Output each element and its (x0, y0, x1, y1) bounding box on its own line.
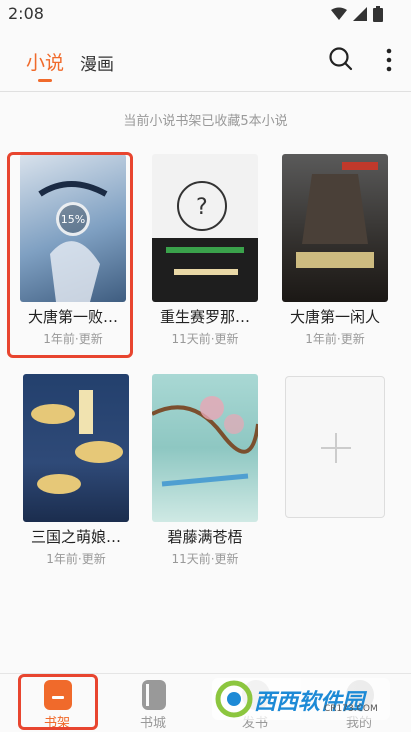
watermark-subtext: CR173.COM (324, 704, 378, 714)
book-update-time: 1年前·更新 (46, 552, 106, 566)
wifi-icon (331, 7, 347, 20)
cover-art (31, 390, 123, 494)
tab-comic[interactable]: 漫画 (80, 50, 114, 75)
selection-highlight (18, 674, 98, 730)
signal-icon (353, 7, 367, 21)
book-cover (282, 154, 388, 302)
book-card[interactable]: 三国之萌娘… 1年前·更新 (7, 366, 131, 576)
tab-novel[interactable]: 小说 (26, 48, 64, 75)
nav-label: 书城 (139, 716, 166, 731)
book-title: 大唐第一闲人 (289, 308, 380, 326)
status-bar: 2:08 (0, 0, 411, 28)
watermark-logo-icon (215, 680, 253, 718)
book-card[interactable]: ? 重生赛罗那… 11天前·更新 (136, 146, 260, 356)
book-card[interactable]: 碧藤满苍梧 11天前·更新 (136, 366, 260, 576)
book-icon (142, 680, 166, 710)
book-title: 碧藤满苍梧 (167, 528, 243, 546)
book-title: 重生赛罗那… (159, 308, 250, 326)
nav-bookstore[interactable]: 书城 (108, 674, 198, 732)
plus-icon (335, 433, 337, 463)
add-book-button[interactable] (285, 376, 385, 518)
cover-art: ? (152, 181, 258, 302)
book-title: 三国之萌娘… (30, 528, 121, 546)
app-header: 小说 漫画 (0, 28, 411, 92)
book-cover (23, 374, 129, 522)
cover-art (152, 396, 258, 487)
book-cover (152, 374, 258, 522)
battery-icon (373, 6, 383, 22)
svg-text:?: ? (196, 195, 208, 220)
selection-highlight (7, 152, 133, 358)
cover-art (296, 162, 378, 268)
book-update-time: 11天前·更新 (171, 332, 239, 346)
watermark: 西西软件园 CR173.COM (212, 678, 390, 720)
book-cover: ? (152, 154, 258, 302)
book-update-time: 1年前·更新 (305, 332, 365, 346)
book-card[interactable]: 大唐第一闲人 1年前·更新 (266, 146, 390, 356)
shelf-notice: 当前小说书架已收藏5本小说 (123, 114, 288, 129)
status-time: 2:08 (8, 4, 44, 23)
status-icons (331, 6, 383, 22)
more-vert-icon[interactable] (380, 46, 398, 74)
book-update-time: 11天前·更新 (171, 552, 239, 566)
search-icon[interactable] (328, 46, 354, 72)
tab-underline (38, 79, 52, 82)
